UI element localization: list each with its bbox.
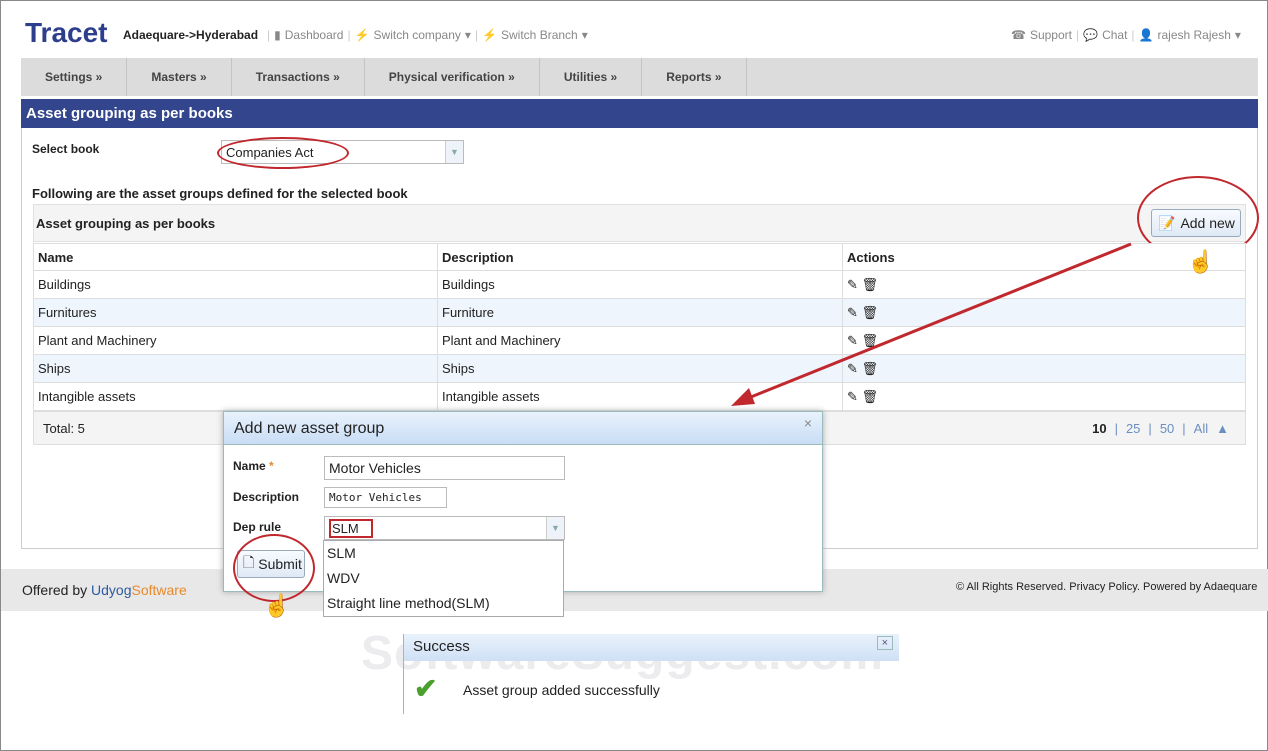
cell-name: Plant and Machinery xyxy=(33,326,438,355)
offered-by-text: Offered by xyxy=(22,582,92,598)
caret-icon: ▾ xyxy=(464,28,471,42)
description-input[interactable]: Motor Vehicles xyxy=(324,487,447,508)
nav-masters[interactable]: Masters » xyxy=(127,58,232,96)
chat-link[interactable]: Chat xyxy=(1102,28,1127,42)
dep-rule-value: SLM xyxy=(329,518,373,538)
nav-reports[interactable]: Reports » xyxy=(642,58,747,96)
caret-icon: ▾ xyxy=(1234,28,1241,42)
top-links: | ▮ Dashboard | ⚡ Switch company ▾ | ⚡ Switch B… xyxy=(267,28,588,42)
arrow-annotation xyxy=(731,242,1132,406)
nav-settings[interactable]: Settings » xyxy=(21,58,128,96)
success-title: Success xyxy=(413,638,470,655)
select-book-label: Select book xyxy=(32,142,100,156)
breadcrumb: Adaequare->Hyderabad xyxy=(123,28,259,42)
cell-name: Furnitures xyxy=(33,298,438,327)
app-logo[interactable]: Tracet xyxy=(25,17,108,49)
page-size-25[interactable]: 25 xyxy=(1126,421,1140,436)
user-menu[interactable]: rajesh Rajesh xyxy=(1158,28,1231,42)
chevron-down-icon: ▼ xyxy=(546,517,564,539)
user-links: ☎ Support | 💬 Chat | 👤 rajesh Rajesh ▾ xyxy=(1011,28,1241,42)
close-icon[interactable]: × xyxy=(876,636,893,650)
dep-rule-label: Dep rule xyxy=(233,520,282,534)
caret-icon: ▾ xyxy=(581,28,588,42)
cell-name: Buildings xyxy=(33,270,438,299)
nav-transactions[interactable]: Transactions » xyxy=(232,58,365,96)
intro-text: Following are the asset groups defined f… xyxy=(32,186,408,201)
option-straight-line[interactable]: Straight line method(SLM) xyxy=(324,591,563,616)
dashboard-link[interactable]: Dashboard xyxy=(285,28,344,42)
highlight-ring xyxy=(233,534,315,602)
name-label: Name * xyxy=(233,459,274,473)
success-message: Asset group added successfully xyxy=(463,682,660,698)
pointer-hand-icon: ☝ xyxy=(263,593,291,618)
dep-rule-dropdown[interactable]: SLM ▼ xyxy=(324,516,565,540)
grid-title: Asset grouping as per books xyxy=(36,216,216,231)
switch-icon: ⚡ xyxy=(482,28,498,42)
page-size-10[interactable]: 10 xyxy=(1092,421,1106,436)
page-size-all[interactable]: All xyxy=(1194,421,1208,436)
user-icon: 👤 xyxy=(1138,28,1154,42)
phone-icon: ☎ xyxy=(1011,28,1026,42)
support-link[interactable]: Support xyxy=(1030,28,1072,42)
rights-text: © All Rights Reserved. Privacy Policy. P… xyxy=(956,581,1258,593)
dep-rule-options: SLM WDV Straight line method(SLM) xyxy=(323,540,564,617)
brand-udyog[interactable]: Udyog xyxy=(91,582,131,598)
success-notification: Success × ✔ Asset group added successfull… xyxy=(403,634,899,714)
col-name[interactable]: Name xyxy=(33,243,438,271)
arrow-up-icon[interactable]: ▲ xyxy=(1216,421,1229,436)
option-wdv[interactable]: WDV xyxy=(324,566,563,591)
main-nav: Settings » Masters » Transactions » Phys… xyxy=(21,58,1258,96)
cell-name: Intangible assets xyxy=(33,382,438,411)
nav-utilities[interactable]: Utilities » xyxy=(540,58,643,96)
total-count: Total: 5 xyxy=(43,421,85,436)
checkmark-icon: ✔ xyxy=(414,673,438,704)
close-icon[interactable]: × xyxy=(804,415,812,431)
switch-company-link[interactable]: Switch company xyxy=(374,28,461,42)
chevron-down-icon: ▼ xyxy=(445,141,463,163)
switch-branch-link[interactable]: Switch Branch xyxy=(501,28,578,42)
cell-name: Ships xyxy=(33,354,438,383)
switch-icon: ⚡ xyxy=(354,28,370,42)
chart-icon: ▮ xyxy=(274,28,281,42)
option-slm[interactable]: SLM xyxy=(324,541,563,566)
nav-physical-verification[interactable]: Physical verification » xyxy=(365,58,540,96)
page-size-50[interactable]: 50 xyxy=(1160,421,1174,436)
name-input[interactable]: Motor Vehicles xyxy=(324,456,565,480)
description-label: Description xyxy=(233,490,300,504)
highlight-ring xyxy=(217,137,349,169)
chat-icon: 💬 xyxy=(1083,28,1099,42)
brand-software[interactable]: Software xyxy=(131,582,186,598)
page-title: Asset grouping as per books xyxy=(21,99,1258,128)
dialog-title: Add new asset group xyxy=(234,420,385,437)
pointer-hand-icon: ☝ xyxy=(1187,249,1215,274)
